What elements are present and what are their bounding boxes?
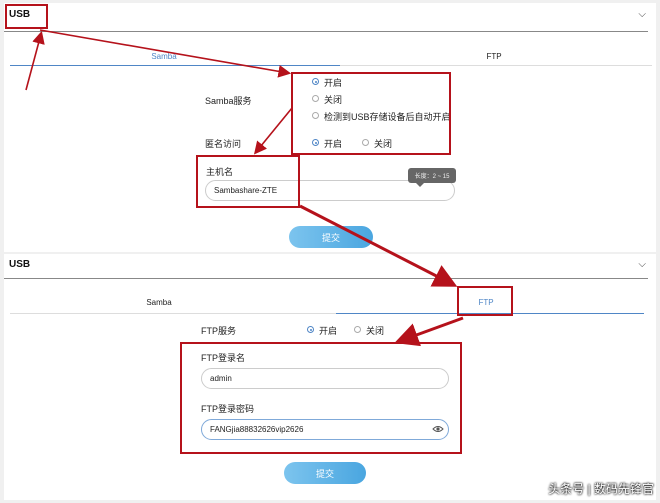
arrow-to-hostname [253,107,293,155]
arrow-to-ftp-tab [299,204,458,287]
arrow-to-samba-options [39,29,292,78]
annotation-arrows [25,29,464,347]
watermark: 头条号 | 数码先锋官 [548,482,654,496]
arrow-to-ftp-credentials [394,316,464,347]
arrow-to-usb-title [25,30,45,91]
